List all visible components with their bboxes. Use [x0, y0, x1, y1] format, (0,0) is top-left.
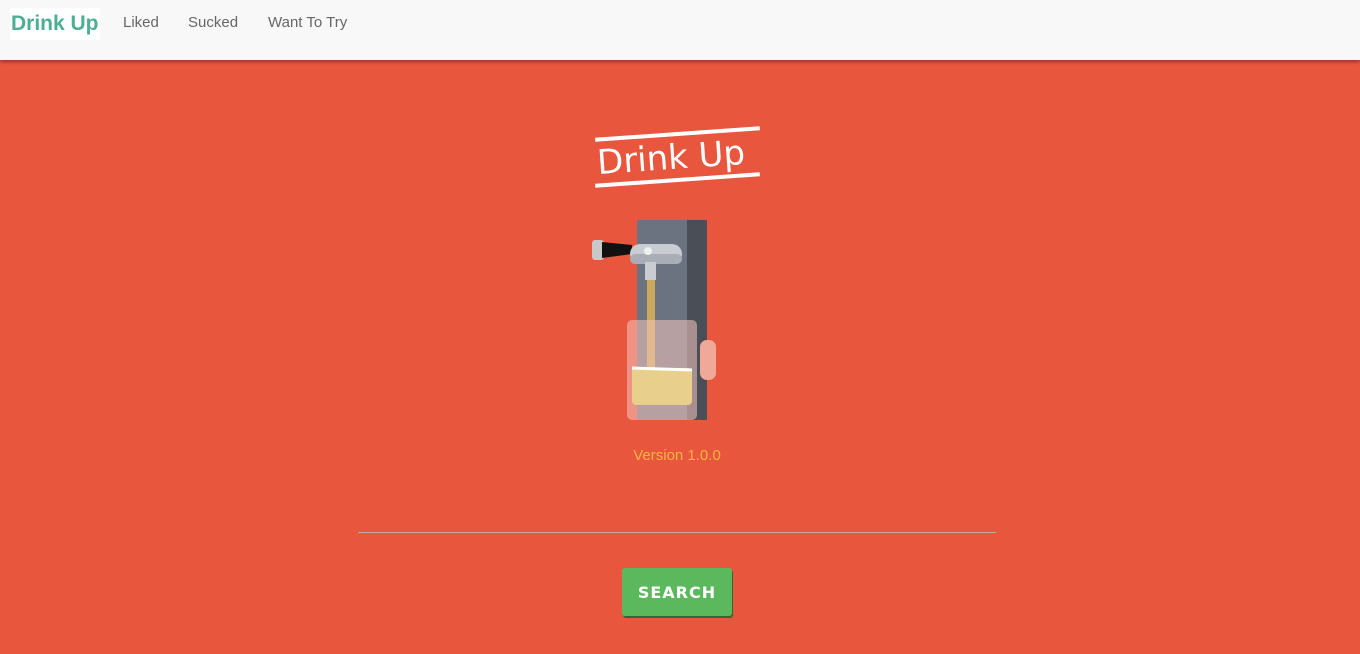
search-input[interactable]: [358, 500, 996, 533]
search-button[interactable]: SEARCH: [622, 568, 732, 616]
hero-logo: Drink Up: [580, 118, 780, 203]
beer-tap-icon: [590, 218, 720, 422]
version-text: Version 1.0.0: [633, 447, 721, 464]
nav-link-want-to-try[interactable]: Want To Try: [268, 13, 347, 33]
top-navbar: Drink Up Liked Sucked Want To Try: [0, 0, 1360, 60]
nav-link-liked[interactable]: Liked: [123, 13, 159, 33]
nav-link-sucked[interactable]: Sucked: [188, 13, 238, 33]
brand-link[interactable]: Drink Up: [10, 8, 100, 40]
